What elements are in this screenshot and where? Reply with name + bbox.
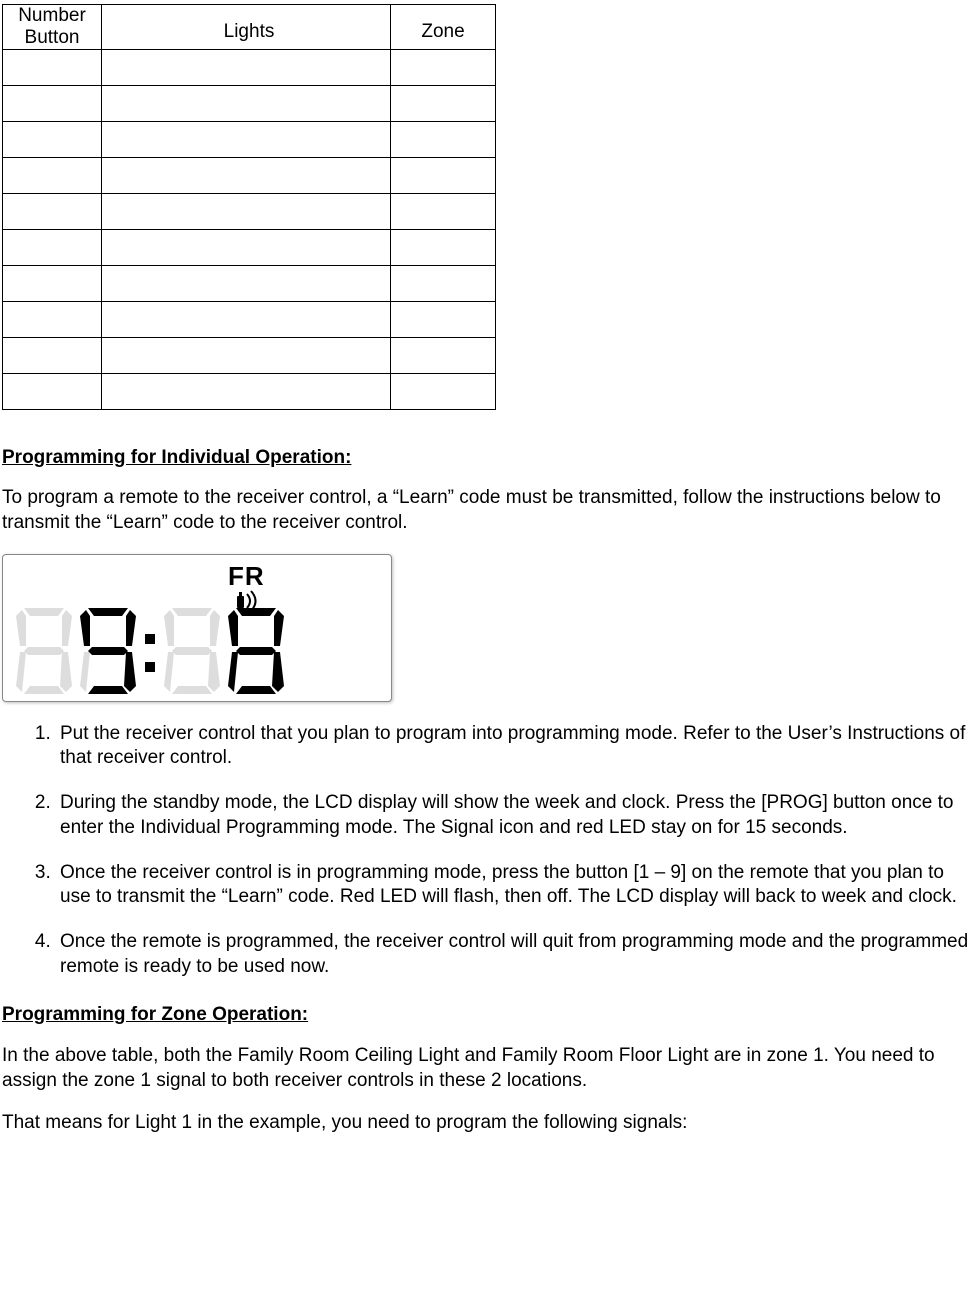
table-row <box>3 49 496 85</box>
seven-segment-digit <box>78 606 138 696</box>
table-row <box>3 85 496 121</box>
lights-zone-table: NumberButton Lights Zone <box>2 4 496 410</box>
table-row <box>3 265 496 301</box>
table-row <box>3 121 496 157</box>
seven-segment-digit <box>226 606 286 696</box>
lcd-illustration: FR <box>2 554 392 702</box>
intro-paragraph: To program a remote to the receiver cont… <box>2 486 973 535</box>
table-row <box>3 229 496 265</box>
heading-zone-programming: Programming for Zone Operation: <box>2 1003 973 1028</box>
table-header-zone: Zone <box>391 5 496 50</box>
seven-segment-blank <box>162 606 222 696</box>
table-row <box>3 301 496 337</box>
table-row <box>3 157 496 193</box>
seven-segment-blank <box>14 606 74 696</box>
colon-icon <box>142 606 158 696</box>
list-item: During the standby mode, the LCD display… <box>56 791 973 840</box>
list-item: Once the receiver control is in programm… <box>56 861 973 910</box>
lcd-digits <box>14 606 386 696</box>
table-header-number: NumberButton <box>3 5 101 49</box>
lcd-day-label: FR <box>228 560 265 594</box>
table-row <box>3 337 496 373</box>
steps-list: Put the receiver control that you plan t… <box>2 722 973 980</box>
list-item: Once the remote is programmed, the recei… <box>56 930 973 979</box>
zone-paragraph-1: In the above table, both the Family Room… <box>2 1044 973 1093</box>
list-item: Put the receiver control that you plan t… <box>56 722 973 771</box>
table-header-lights: Lights <box>102 5 391 50</box>
table-row <box>3 193 496 229</box>
heading-individual-programming: Programming for Individual Operation: <box>2 446 973 471</box>
zone-paragraph-2: That means for Light 1 in the example, y… <box>2 1111 973 1136</box>
table-row <box>3 373 496 409</box>
